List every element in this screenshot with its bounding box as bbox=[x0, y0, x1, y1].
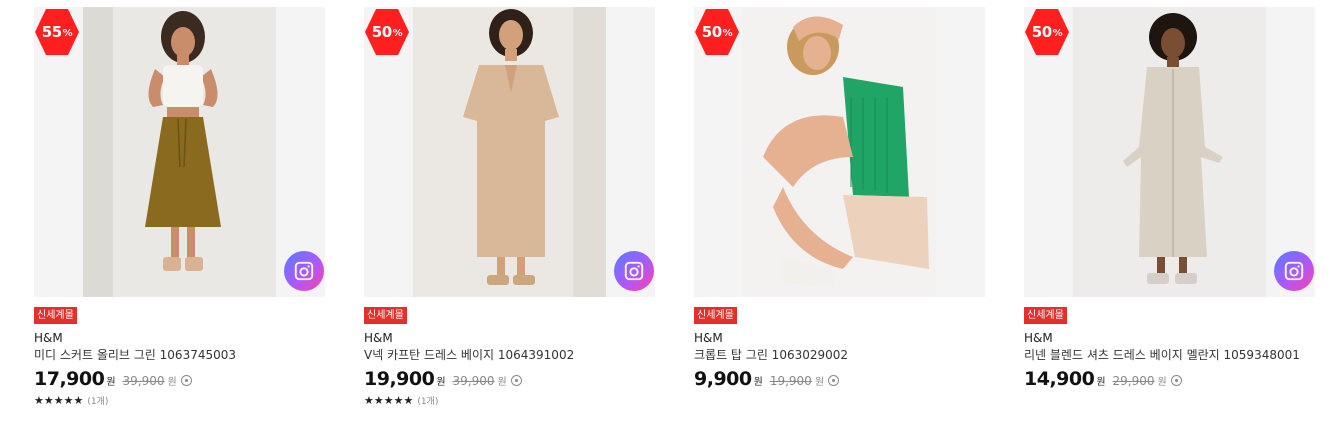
product-image[interactable]: 55% bbox=[34, 7, 325, 297]
discount-unit: % bbox=[1052, 27, 1063, 39]
price-info-icon[interactable] bbox=[828, 375, 840, 386]
camera-review-button[interactable] bbox=[284, 251, 324, 291]
brand-name[interactable]: H&M bbox=[1024, 331, 1315, 345]
discount-value: 50 bbox=[701, 23, 722, 41]
star-rating: ★★★★★ bbox=[34, 394, 84, 407]
rating: ★★★★★ (1개) bbox=[364, 394, 655, 407]
discount-unit: % bbox=[62, 27, 73, 39]
camera-icon bbox=[624, 261, 644, 281]
sale-price: 9,900 bbox=[694, 368, 752, 390]
product-name[interactable]: 크롭트 탑 그린 1063029002 bbox=[694, 347, 985, 363]
discount-badge: 50% bbox=[1025, 8, 1069, 56]
store-tag: 신세계몰 bbox=[1024, 307, 1067, 324]
price-unit: 원 bbox=[436, 377, 446, 388]
sale-price: 17,900 bbox=[34, 368, 105, 390]
store-tag: 신세계몰 bbox=[364, 307, 407, 324]
star-rating: ★★★★★ bbox=[364, 394, 414, 407]
review-count: (1개) bbox=[87, 397, 109, 407]
price-info-icon[interactable] bbox=[1170, 375, 1182, 386]
brand-name[interactable]: H&M bbox=[34, 331, 325, 345]
product-card[interactable]: 50% 신세계몰 H&M 크롭트 탑 그린 1063029002 9,900 원… bbox=[694, 7, 985, 390]
discount-unit: % bbox=[392, 27, 403, 39]
original-price-unit: 원 bbox=[1157, 377, 1167, 388]
discount-value: 55 bbox=[41, 23, 62, 41]
product-card[interactable]: 50% 신세계몰 H&M 리넨 블렌드 셔츠 드레스 베이지 멜란지 10593… bbox=[1024, 7, 1315, 390]
model-photo bbox=[83, 7, 276, 297]
product-card[interactable]: 50% 신세계몰 H&M V넥 카프탄 드레스 베이지 1064391002 1… bbox=[364, 7, 655, 407]
price-row: 9,900 원 19,900 원 bbox=[694, 368, 985, 390]
camera-icon bbox=[1284, 261, 1304, 281]
original-price-unit: 원 bbox=[814, 377, 825, 388]
brand-name[interactable]: H&M bbox=[364, 331, 655, 345]
price-unit: 원 bbox=[106, 377, 116, 388]
sale-price: 14,900 bbox=[1024, 368, 1095, 390]
camera-icon bbox=[294, 261, 314, 281]
original-price: 39,900 bbox=[122, 374, 165, 388]
product-card[interactable]: 55% 신세계몰 H&M 미디 스커트 올리브 그린 1063745003 17… bbox=[34, 7, 325, 407]
product-image[interactable]: 50% bbox=[694, 7, 985, 297]
original-price: 39,900 bbox=[452, 374, 495, 388]
product-name[interactable]: V넥 카프탄 드레스 베이지 1064391002 bbox=[364, 347, 655, 363]
price-info-icon[interactable] bbox=[510, 375, 522, 386]
sale-price: 19,900 bbox=[364, 368, 435, 390]
original-price-unit: 원 bbox=[497, 377, 507, 388]
review-count: (1개) bbox=[417, 397, 439, 407]
product-name[interactable]: 미디 스커트 올리브 그린 1063745003 bbox=[34, 347, 325, 363]
camera-review-button[interactable] bbox=[614, 251, 654, 291]
store-tag: 신세계몰 bbox=[34, 307, 77, 324]
discount-value: 50 bbox=[1031, 23, 1052, 41]
brand-name[interactable]: H&M bbox=[694, 331, 985, 345]
discount-badge: 50% bbox=[365, 8, 409, 56]
product-name[interactable]: 리넨 블렌드 셔츠 드레스 베이지 멜란지 1059348001 bbox=[1024, 347, 1315, 363]
original-price: 29,900 bbox=[1112, 374, 1155, 388]
discount-badge: 55% bbox=[35, 8, 79, 56]
camera-review-button[interactable] bbox=[1274, 251, 1314, 291]
model-photo bbox=[743, 7, 936, 297]
price-row: 14,900 원 29,900 원 bbox=[1024, 368, 1315, 390]
rating: ★★★★★ (1개) bbox=[34, 394, 325, 407]
discount-badge: 50% bbox=[695, 8, 739, 56]
price-unit: 원 bbox=[753, 377, 763, 388]
price-unit: 원 bbox=[1096, 377, 1106, 388]
price-row: 19,900 원 39,900 원 bbox=[364, 368, 655, 390]
product-image[interactable]: 50% bbox=[364, 7, 655, 297]
model-photo bbox=[1073, 7, 1266, 297]
price-info-icon[interactable] bbox=[180, 375, 192, 386]
price-row: 17,900 원 39,900 원 bbox=[34, 368, 325, 390]
product-image[interactable]: 50% bbox=[1024, 7, 1315, 297]
model-photo bbox=[413, 7, 606, 297]
original-price-unit: 원 bbox=[167, 377, 177, 388]
original-price: 19,900 bbox=[769, 374, 812, 388]
discount-unit: % bbox=[722, 27, 733, 39]
discount-value: 50 bbox=[371, 23, 392, 41]
store-tag: 신세계몰 bbox=[694, 307, 737, 324]
